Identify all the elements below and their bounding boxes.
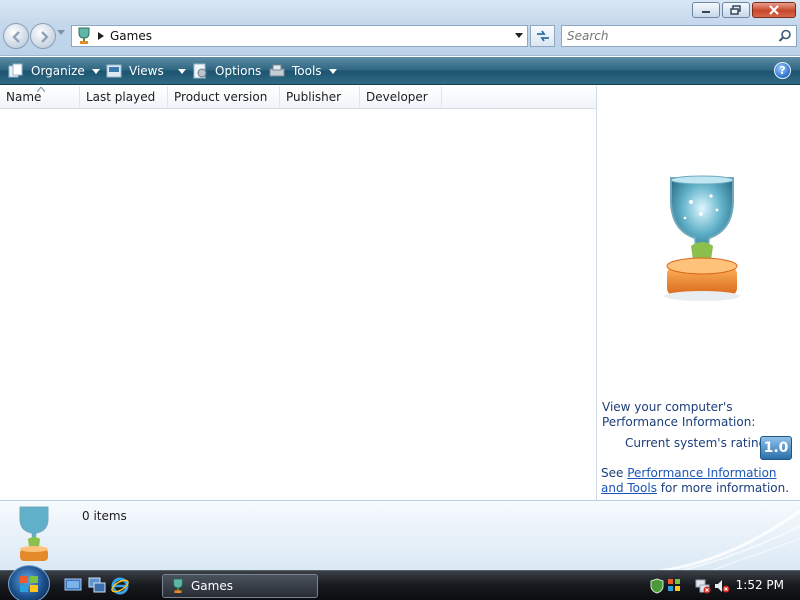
back-arrow-icon — [12, 31, 20, 43]
search-box[interactable] — [561, 25, 797, 47]
decorative-swoosh — [660, 509, 800, 570]
taskbar: Games 1:52 PM — [0, 565, 800, 600]
options-label: Options — [215, 64, 262, 78]
forward-button[interactable] — [30, 23, 56, 49]
command-bar: Organize Views Options Tools ? — [0, 57, 800, 85]
sort-ascending-icon — [37, 87, 45, 92]
organize-icon — [8, 63, 23, 78]
column-last-played[interactable]: Last played — [80, 86, 168, 109]
help-button[interactable]: ? — [774, 62, 791, 79]
games-trophy-icon — [173, 578, 183, 593]
volume-muted-icon[interactable] — [714, 578, 730, 594]
taskbar-games-label: Games — [191, 579, 233, 593]
options-button[interactable]: Options — [192, 57, 261, 85]
tools-dropdown-icon — [328, 68, 337, 74]
windows-logo-icon — [20, 576, 38, 592]
details-pane: 0 items — [0, 500, 800, 570]
see-more-text: See Performance Information and Tools fo… — [601, 466, 797, 496]
taskbar-games-button[interactable]: Games — [162, 574, 318, 598]
security-shield-icon[interactable] — [650, 578, 664, 594]
maximize-button[interactable] — [722, 2, 750, 18]
recent-pages-chevron-icon[interactable] — [57, 30, 65, 36]
column-developer[interactable]: Developer — [360, 86, 442, 109]
windows-flag-icon[interactable] — [667, 578, 681, 592]
see-suffix: for more information. — [656, 481, 790, 495]
internet-explorer-icon[interactable] — [111, 577, 129, 595]
refresh-icon — [536, 30, 549, 42]
options-icon — [193, 63, 207, 79]
games-trophy-icon — [78, 27, 90, 44]
games-list-pane[interactable]: Name Last played Product version Publish… — [0, 86, 596, 500]
refresh-button[interactable] — [530, 25, 555, 47]
clock[interactable]: 1:52 PM — [736, 578, 784, 592]
tools-button[interactable]: Tools — [269, 57, 337, 85]
column-publisher[interactable]: Publisher — [280, 86, 360, 109]
system-tray: 1:52 PM — [640, 571, 800, 600]
switch-windows-icon[interactable] — [88, 577, 106, 593]
back-button[interactable] — [3, 23, 29, 49]
views-label: Views — [129, 64, 164, 78]
organize-button[interactable]: Organize — [8, 57, 100, 85]
game-explorer-side-pane: View your computer's Performance Informa… — [596, 86, 800, 500]
games-trophy-thumbnail — [19, 506, 49, 561]
games-trophy-illustration — [664, 175, 740, 301]
column-headers: Name Last played Product version Publish… — [0, 86, 596, 109]
minimize-icon — [702, 11, 710, 13]
close-icon — [769, 5, 779, 15]
start-button[interactable] — [8, 565, 50, 600]
address-dropdown-icon[interactable] — [515, 33, 523, 39]
show-desktop-icon[interactable] — [64, 577, 82, 593]
organize-label: Organize — [31, 64, 85, 78]
close-button[interactable] — [752, 2, 796, 18]
system-rating-badge[interactable]: 1.0 — [760, 436, 792, 460]
views-icon — [106, 64, 122, 78]
search-input[interactable] — [567, 26, 767, 46]
views-dropdown-icon — [177, 68, 186, 74]
network-disconnected-icon[interactable] — [695, 578, 711, 594]
item-count: 0 items — [82, 509, 127, 523]
forward-arrow-icon — [41, 31, 49, 43]
organize-dropdown-icon — [91, 68, 100, 74]
see-prefix: See — [601, 466, 628, 480]
column-product-version[interactable]: Product version — [168, 86, 280, 109]
performance-info-text: View your computer's Performance Informa… — [602, 400, 756, 429]
minimize-button[interactable] — [692, 2, 720, 18]
breadcrumb-arrow-icon[interactable] — [98, 32, 104, 40]
title-bar: Games — [0, 0, 800, 56]
restore-icon — [730, 5, 741, 15]
breadcrumb-games[interactable]: Games — [110, 29, 152, 43]
views-button[interactable]: Views — [106, 57, 186, 85]
window-controls — [692, 2, 796, 18]
search-icon[interactable] — [778, 29, 792, 43]
tools-icon — [269, 64, 285, 77]
address-bar[interactable]: Games — [71, 25, 528, 47]
tools-label: Tools — [292, 64, 322, 78]
system-rating-label: Current system's rating: — [625, 436, 771, 450]
